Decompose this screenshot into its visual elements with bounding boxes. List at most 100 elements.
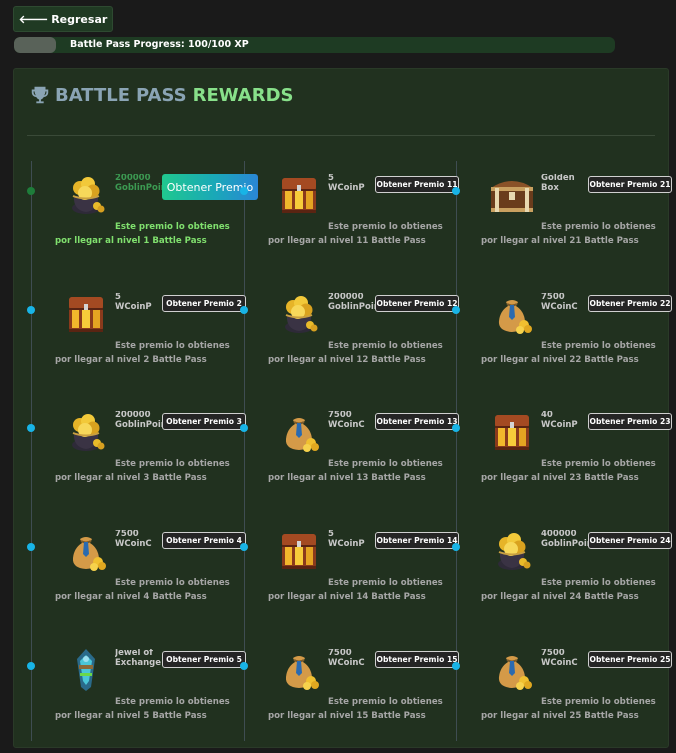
treasure-chest-icon — [274, 526, 324, 576]
reward-description-line1: Este premio lo obtienes — [115, 341, 230, 351]
reward-description-line2: por llegar al nivel 14 Battle Pass — [268, 592, 426, 602]
timeline-dot — [240, 424, 248, 432]
reward-description-line2: por llegar al nivel 22 Battle Pass — [481, 355, 639, 365]
reward-description-line2: por llegar al nivel 23 Battle Pass — [481, 473, 639, 483]
back-button[interactable]: 🡐 Regresar — [13, 6, 113, 32]
coin-sack-icon — [274, 645, 324, 695]
reward-description-line2: por llegar al nivel 4 Battle Pass — [55, 592, 207, 602]
treasure-chest-icon — [274, 170, 324, 220]
reward-name: Golden Box — [541, 174, 575, 193]
reward-description-line1: Este premio lo obtienes — [541, 459, 656, 469]
claim-reward-button[interactable]: Obtener Premio 3 — [162, 413, 246, 430]
reward-description-line2: por llegar al nivel 24 Battle Pass — [481, 592, 639, 602]
reward-card: 5 WCoinP Obtener Premio 14 Este premio lo o… — [268, 516, 480, 634]
arrow-left-icon: 🡐 — [18, 13, 49, 26]
reward-description-line2: por llegar al nivel 1 Battle Pass — [55, 236, 207, 246]
reward-card: 200000GoblinPointObtener Premio 12 Este p… — [268, 279, 480, 397]
timeline-dot — [452, 543, 460, 551]
reward-name: Jewel of Exchange — [115, 649, 162, 668]
reward-card: 40 WCoinP Obtener Premio 23 Este premio lo … — [481, 397, 676, 515]
goblin-coin-icon — [487, 526, 537, 576]
claim-reward-button[interactable]: Obtener Premio 14 — [375, 532, 459, 549]
title-divider — [27, 135, 655, 136]
reward-card: 5 WCoinP Obtener Premio 2 Este premio lo ob… — [55, 279, 267, 397]
reward-name: 5 WCoinP — [328, 174, 365, 193]
timeline-dot — [240, 306, 248, 314]
reward-description-line2: por llegar al nivel 13 Battle Pass — [268, 473, 426, 483]
reward-description-line2: por llegar al nivel 11 Battle Pass — [268, 236, 426, 246]
claim-reward-button[interactable]: Obtener Premio 11 — [375, 176, 459, 193]
progress-fill — [14, 37, 57, 53]
timeline-dot — [27, 543, 35, 551]
battle-pass-progress-bar: Battle Pass Progress: 100/100 XP — [14, 37, 615, 53]
timeline-dot — [452, 306, 460, 314]
reward-card: 7500 WCoinC Obtener Premio 4 Este premio lo… — [55, 516, 267, 634]
reward-card: 200000GoblinPointObtener Premio 3 Este pr… — [55, 397, 267, 515]
timeline-dot — [240, 543, 248, 551]
claim-reward-button[interactable]: Obtener Premio 22 — [588, 295, 672, 312]
reward-description-line2: por llegar al nivel 15 Battle Pass — [268, 711, 426, 721]
reward-name: 200000GoblinPoint — [115, 411, 165, 430]
reward-description-line1: Este premio lo obtienes — [328, 222, 443, 232]
goblin-coin-icon — [274, 289, 324, 339]
claim-reward-button[interactable]: Obtener Premio 23 — [588, 413, 672, 430]
timeline-dot — [452, 424, 460, 432]
reward-name: 7500 WCoinC — [541, 649, 578, 668]
goblin-coin-icon — [61, 407, 111, 457]
reward-description-line2: por llegar al nivel 21 Battle Pass — [481, 236, 639, 246]
coin-sack-icon — [487, 289, 537, 339]
reward-description-line1: Este premio lo obtienes — [328, 578, 443, 588]
jewel-icon — [61, 645, 111, 695]
reward-description-line1: Este premio lo obtienes — [541, 578, 656, 588]
reward-name: 200000GoblinPoint — [115, 174, 165, 193]
claim-reward-button[interactable]: Obtener Premio 25 — [588, 651, 672, 668]
reward-name: 400000GoblinPoint — [541, 530, 591, 549]
reward-name: 7500 WCoinC — [541, 293, 578, 312]
claim-reward-button[interactable]: Obtener Premio 5 — [162, 651, 246, 668]
timeline-dot — [27, 306, 35, 314]
reward-card: Jewel of Exchange Obtener Premio 5 Este pre… — [55, 635, 267, 753]
progress-label: Battle Pass Progress: 100/100 XP — [70, 39, 249, 50]
claim-reward-button[interactable]: Obtener Premio 24 — [588, 532, 672, 549]
reward-name: 40 WCoinP — [541, 411, 578, 430]
reward-description-line1: Este premio lo obtienes — [115, 459, 230, 469]
coin-sack-icon — [274, 407, 324, 457]
claim-reward-button[interactable]: Obtener Premio 13 — [375, 413, 459, 430]
reward-card: 200000GoblinPointObtener PremioEste prem… — [55, 160, 267, 278]
reward-description-line1: Este premio lo obtienes — [328, 341, 443, 351]
claim-reward-button[interactable]: Obtener Premio 4 — [162, 532, 246, 549]
reward-description-line1: Este premio lo obtienes — [115, 222, 230, 232]
coin-sack-icon — [487, 645, 537, 695]
claim-reward-button[interactable]: Obtener Premio 15 — [375, 651, 459, 668]
claim-reward-button[interactable]: Obtener Premio 2 — [162, 295, 246, 312]
trophy-icon — [31, 86, 49, 104]
reward-description-line2: por llegar al nivel 2 Battle Pass — [55, 355, 207, 365]
claim-reward-button[interactable]: Obtener Premio 12 — [375, 295, 459, 312]
reward-description-line2: por llegar al nivel 5 Battle Pass — [55, 711, 207, 721]
reward-description-line1: Este premio lo obtienes — [115, 578, 230, 588]
golden-box-icon — [487, 170, 537, 220]
claim-reward-button[interactable]: Obtener Premio 21 — [588, 176, 672, 193]
goblin-coin-icon — [61, 170, 111, 220]
title-word-rewards: REWARDS — [192, 84, 294, 106]
reward-name: 7500 WCoinC — [115, 530, 152, 549]
reward-card: 400000GoblinPointObtener Premio 24 Este p… — [481, 516, 676, 634]
reward-card: Golden Box Obtener Premio 21 Este premio lo… — [481, 160, 676, 278]
timeline-dot — [452, 187, 460, 195]
back-button-label: Regresar — [51, 12, 108, 26]
reward-description-line1: Este premio lo obtienes — [541, 222, 656, 232]
reward-card: 7500 WCoinC Obtener Premio 22 Este premio l… — [481, 279, 676, 397]
reward-name: 7500 WCoinC — [328, 649, 365, 668]
timeline-dot — [240, 187, 248, 195]
coin-sack-icon — [61, 526, 111, 576]
timeline-line-1 — [31, 161, 32, 741]
reward-description-line1: Este premio lo obtienes — [328, 459, 443, 469]
reward-name: 200000GoblinPoint — [328, 293, 378, 312]
treasure-chest-icon — [487, 407, 537, 457]
timeline-dot — [27, 662, 35, 670]
treasure-chest-icon — [61, 289, 111, 339]
reward-description-line1: Este premio lo obtienes — [541, 697, 656, 707]
reward-name: 7500 WCoinC — [328, 411, 365, 430]
reward-name: 5 WCoinP — [328, 530, 365, 549]
reward-description-line1: Este premio lo obtienes — [541, 341, 656, 351]
